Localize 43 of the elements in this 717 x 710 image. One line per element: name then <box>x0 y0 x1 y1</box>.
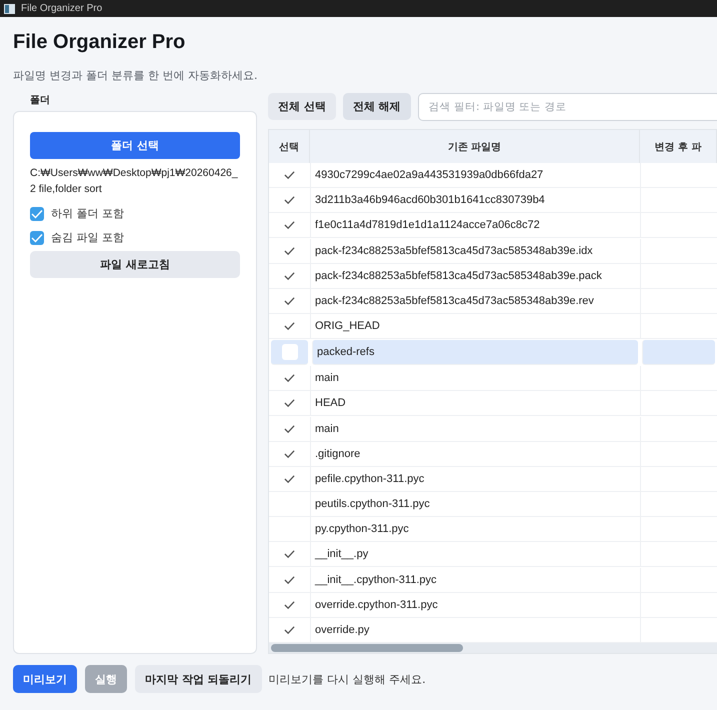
choose-folder-button[interactable]: 폴더 선택 <box>30 132 240 159</box>
file-name-cell: pefile.cpython-311.pyc <box>310 466 640 492</box>
file-name-cell: override.cpython-311.pyc <box>310 592 640 618</box>
app-subtitle: 파일명 변경과 폴더 분류를 한 번에 자동화하세요. <box>13 68 258 83</box>
select-all-button[interactable]: 전체 선택 <box>268 93 336 120</box>
file-name-cell: f1e0c11a4d7819d1e1d1a1124acce7a06c8c72 <box>310 213 640 238</box>
column-header[interactable]: 선택 <box>269 130 310 163</box>
checkbox[interactable] <box>30 206 44 220</box>
file-name-cell: pack-f234c88253a5bfef5813ca45d73ac585348ab39e.pack <box>310 264 640 289</box>
checkbox[interactable] <box>282 344 298 360</box>
file-name-cell: 3d211b3a46b946acd60b301b1641cc830739b4 <box>310 188 640 214</box>
checkbox-label: 하위 폴더 포함 <box>51 206 124 221</box>
file-name-cell: main <box>310 366 640 392</box>
file-name-cell: 4930c7299c4ae02a9a443531939a0db66fda27 <box>310 163 640 188</box>
folder-label: 폴더 <box>30 94 50 107</box>
scrollbar-thumb[interactable] <box>271 644 463 652</box>
window-title: File Organizer Pro <box>21 3 102 14</box>
checkbox-label: 숨김 파일 포함 <box>51 230 124 245</box>
undo-button[interactable]: 마지막 작업 되돌리기 <box>135 665 262 693</box>
app-heading: File Organizer Pro <box>13 31 186 54</box>
file-name-cell: main <box>310 416 640 442</box>
file-name-cell: HEAD <box>310 391 640 416</box>
file-name-cell: py.cpython-311.pyc <box>310 517 640 542</box>
deselect-all-button[interactable]: 전체 해제 <box>342 93 411 120</box>
file-name-cell: pack-f234c88253a5bfef5813ca45d73ac585348ab39e.idx <box>310 238 640 264</box>
file-name-cell: packed-refs <box>312 340 638 366</box>
search-field[interactable]: 검색 필터: 파일명 또는 경로 <box>418 93 717 121</box>
column-header[interactable]: 기존 파일명 <box>310 130 640 163</box>
refresh-files-button[interactable]: 파일 새로고침 <box>30 251 240 278</box>
column-header[interactable]: 변경 후 파 <box>640 130 717 163</box>
app-icon <box>4 4 15 14</box>
folder-path: C:₩Users₩ww₩Desktop₩pj1₩20260426_2 file,folder sort <box>30 166 239 197</box>
file-name-cell: ORIG_HEAD <box>310 314 640 339</box>
file-name-cell: pack-f234c88253a5bfef5813ca45d73ac585348ab39e.rev <box>310 288 640 314</box>
horizontal-scrollbar[interactable] <box>269 643 717 653</box>
file-name-cell: __init__.cpython-311.pyc <box>310 568 640 593</box>
preview-button[interactable]: 미리보기 <box>13 665 77 693</box>
select-cell[interactable] <box>271 340 308 366</box>
file-name-cell: __init__.py <box>310 542 640 568</box>
file-name-cell: peutils.cpython-311.pyc <box>310 492 640 518</box>
status-message: 미리보기를 다시 실행해 주세요. <box>268 672 426 686</box>
file-name-cell: .gitignore <box>310 442 640 467</box>
checkbox[interactable] <box>30 230 44 244</box>
